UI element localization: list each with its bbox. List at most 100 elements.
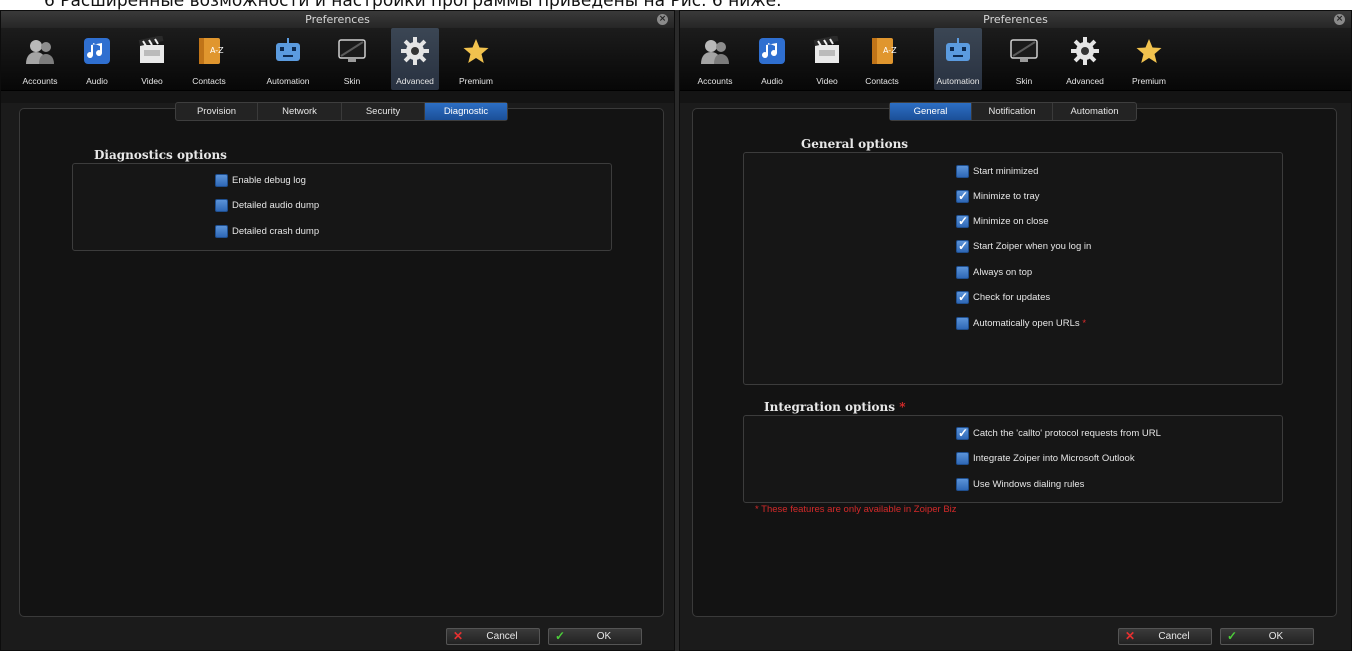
- preferences-window-advanced: Preferences × Accounts Audio Video A-Z Conta…: [0, 10, 675, 651]
- checkbox[interactable]: ✓: [956, 189, 969, 203]
- toolbar-item-label: Skin: [1015, 76, 1033, 86]
- cancel-button[interactable]: ✕ Cancel: [446, 628, 540, 645]
- automation-icon: [943, 36, 973, 66]
- toolbar-item-audio[interactable]: Audio: [748, 28, 796, 90]
- toolbar-item-skin[interactable]: Skin: [328, 28, 376, 90]
- window-title: Preferences: [983, 13, 1048, 26]
- toolbar-item-label: Premium: [458, 76, 493, 86]
- option-start-on-login[interactable]: ✓ Start Zoiper when you log in: [956, 239, 1091, 254]
- tab-notification[interactable]: Notification: [972, 103, 1053, 120]
- tab-network[interactable]: Network: [258, 103, 342, 120]
- option-always-on-top[interactable]: Always on top: [956, 266, 1032, 280]
- tab-general[interactable]: General: [890, 103, 972, 120]
- tab-bar: General Notification Automation: [889, 102, 1137, 121]
- checkmark-icon: ✓: [554, 629, 566, 643]
- checkbox[interactable]: ✓: [956, 290, 969, 304]
- toolbar-item-accounts[interactable]: Accounts: [691, 28, 739, 90]
- tab-security[interactable]: Security: [342, 103, 425, 120]
- checkbox[interactable]: [956, 165, 969, 178]
- toolbar-item-automation[interactable]: Automation: [264, 28, 312, 90]
- tab-bar: Provision Network Security Diagnostic: [175, 102, 508, 121]
- biz-features-note: * These features are only available in Z…: [755, 504, 957, 515]
- option-open-urls[interactable]: Automatically open URLs *: [956, 317, 1086, 331]
- svg-text:A-Z: A-Z: [210, 46, 224, 55]
- advanced-icon: [400, 36, 430, 66]
- checkmark-icon: ✓: [958, 290, 969, 304]
- toolbar-item-label: Accounts: [22, 76, 58, 86]
- close-icon: ✕: [1124, 629, 1136, 643]
- video-icon: [137, 35, 167, 66]
- category-toolbar: Accounts Audio Video A-Z Contacts Automation S…: [1, 28, 674, 91]
- toolbar-item-label: Video: [141, 76, 163, 86]
- toolbar-item-contacts[interactable]: A-Z Contacts: [185, 28, 233, 90]
- preferences-window-automation: Preferences × Accounts Audio Video A-Z Conta…: [679, 10, 1352, 651]
- toolbar-item-audio[interactable]: Audio: [73, 28, 121, 90]
- toolbar-item-contacts[interactable]: A-Z Contacts: [858, 28, 906, 90]
- toolbar-item-automation[interactable]: Automation: [934, 28, 982, 90]
- option-windows-dialing-rules[interactable]: Use Windows dialing rules: [956, 478, 1084, 492]
- checkbox[interactable]: [215, 199, 228, 212]
- toolbar-item-accounts[interactable]: Accounts: [16, 28, 64, 90]
- option-minimize-to-tray[interactable]: ✓ Minimize to tray: [956, 189, 1040, 204]
- ok-button[interactable]: ✓ OK: [1220, 628, 1314, 645]
- checkbox[interactable]: [956, 452, 969, 465]
- contacts-icon: A-Z: [194, 36, 224, 66]
- toolbar-item-label: Skin: [343, 76, 361, 86]
- close-icon: ✕: [452, 629, 464, 643]
- toolbar-item-label: Contacts: [192, 76, 226, 86]
- option-catch-callto[interactable]: ✓ Catch the 'callto' protocol requests fr…: [956, 426, 1161, 441]
- checkbox[interactable]: [215, 225, 228, 238]
- audio-icon: [82, 36, 112, 66]
- automation-icon: [273, 36, 303, 66]
- ok-button[interactable]: ✓ OK: [548, 628, 642, 645]
- toolbar-item-premium[interactable]: Premium: [1125, 28, 1173, 90]
- option-detailed-audio-dump[interactable]: Detailed audio dump: [215, 199, 319, 213]
- general-group-box: Start minimized ✓ Minimize to tray ✓ Minim…: [743, 152, 1283, 385]
- option-detailed-crash-dump[interactable]: Detailed crash dump: [215, 225, 319, 239]
- checkbox[interactable]: [956, 478, 969, 491]
- checkbox[interactable]: ✓: [956, 239, 969, 253]
- option-enable-debug-log[interactable]: Enable debug log: [215, 174, 306, 188]
- tab-diagnostic[interactable]: Diagnostic: [425, 103, 507, 120]
- settings-panel: Provision Network Security Diagnostic Di…: [19, 102, 664, 617]
- cancel-button[interactable]: ✕ Cancel: [1118, 628, 1212, 645]
- premium-icon: [461, 36, 491, 66]
- advanced-icon: [1070, 36, 1100, 66]
- tab-automation[interactable]: Automation: [1053, 103, 1136, 120]
- option-minimize-on-close[interactable]: ✓ Minimize on close: [956, 214, 1049, 229]
- accounts-icon: [700, 36, 730, 66]
- option-integrate-outlook[interactable]: Integrate Zoiper into Microsoft Outlook: [956, 452, 1135, 466]
- close-icon[interactable]: ×: [1334, 14, 1345, 25]
- close-icon[interactable]: ×: [657, 14, 668, 25]
- title-bar: Preferences ×: [680, 11, 1351, 28]
- integration-group-title: Integration options *: [764, 400, 906, 414]
- toolbar-item-label: Automation: [266, 76, 310, 86]
- checkbox[interactable]: ✓: [956, 426, 969, 440]
- toolbar-item-label: Premium: [1131, 76, 1166, 86]
- title-bar: Preferences ×: [1, 11, 674, 28]
- option-check-for-updates[interactable]: ✓ Check for updates: [956, 290, 1050, 305]
- tab-provision[interactable]: Provision: [176, 103, 258, 120]
- toolbar-item-video[interactable]: Video: [128, 28, 176, 90]
- audio-icon: [757, 36, 787, 66]
- toolbar-item-premium[interactable]: Premium: [452, 28, 500, 90]
- toolbar-item-label: Advanced: [396, 76, 434, 86]
- toolbar-item-skin[interactable]: Skin: [1000, 28, 1048, 90]
- checkbox[interactable]: [215, 174, 228, 187]
- toolbar-item-advanced[interactable]: Advanced: [1061, 28, 1109, 90]
- checkbox[interactable]: [956, 266, 969, 279]
- toolbar-item-label: Automation: [936, 76, 980, 86]
- checkmark-icon: ✓: [958, 214, 969, 228]
- option-start-minimized[interactable]: Start minimized: [956, 165, 1038, 179]
- checkbox[interactable]: ✓: [956, 214, 969, 228]
- checkbox[interactable]: [956, 317, 969, 330]
- toolbar-item-advanced[interactable]: Advanced: [391, 28, 439, 90]
- settings-panel: General Notification Automation General …: [692, 102, 1337, 617]
- toolbar-item-video[interactable]: Video: [803, 28, 851, 90]
- category-toolbar: Accounts Audio Video A-Z Contacts Automation S…: [680, 28, 1351, 91]
- integration-group-box: ✓ Catch the 'callto' protocol requests fr…: [743, 415, 1283, 503]
- diagnostics-group-box: Enable debug log Detailed audio dump Det…: [72, 163, 612, 251]
- toolbar-item-label: Accounts: [697, 76, 733, 86]
- video-icon: [812, 35, 842, 66]
- toolbar-item-label: Advanced: [1066, 76, 1104, 86]
